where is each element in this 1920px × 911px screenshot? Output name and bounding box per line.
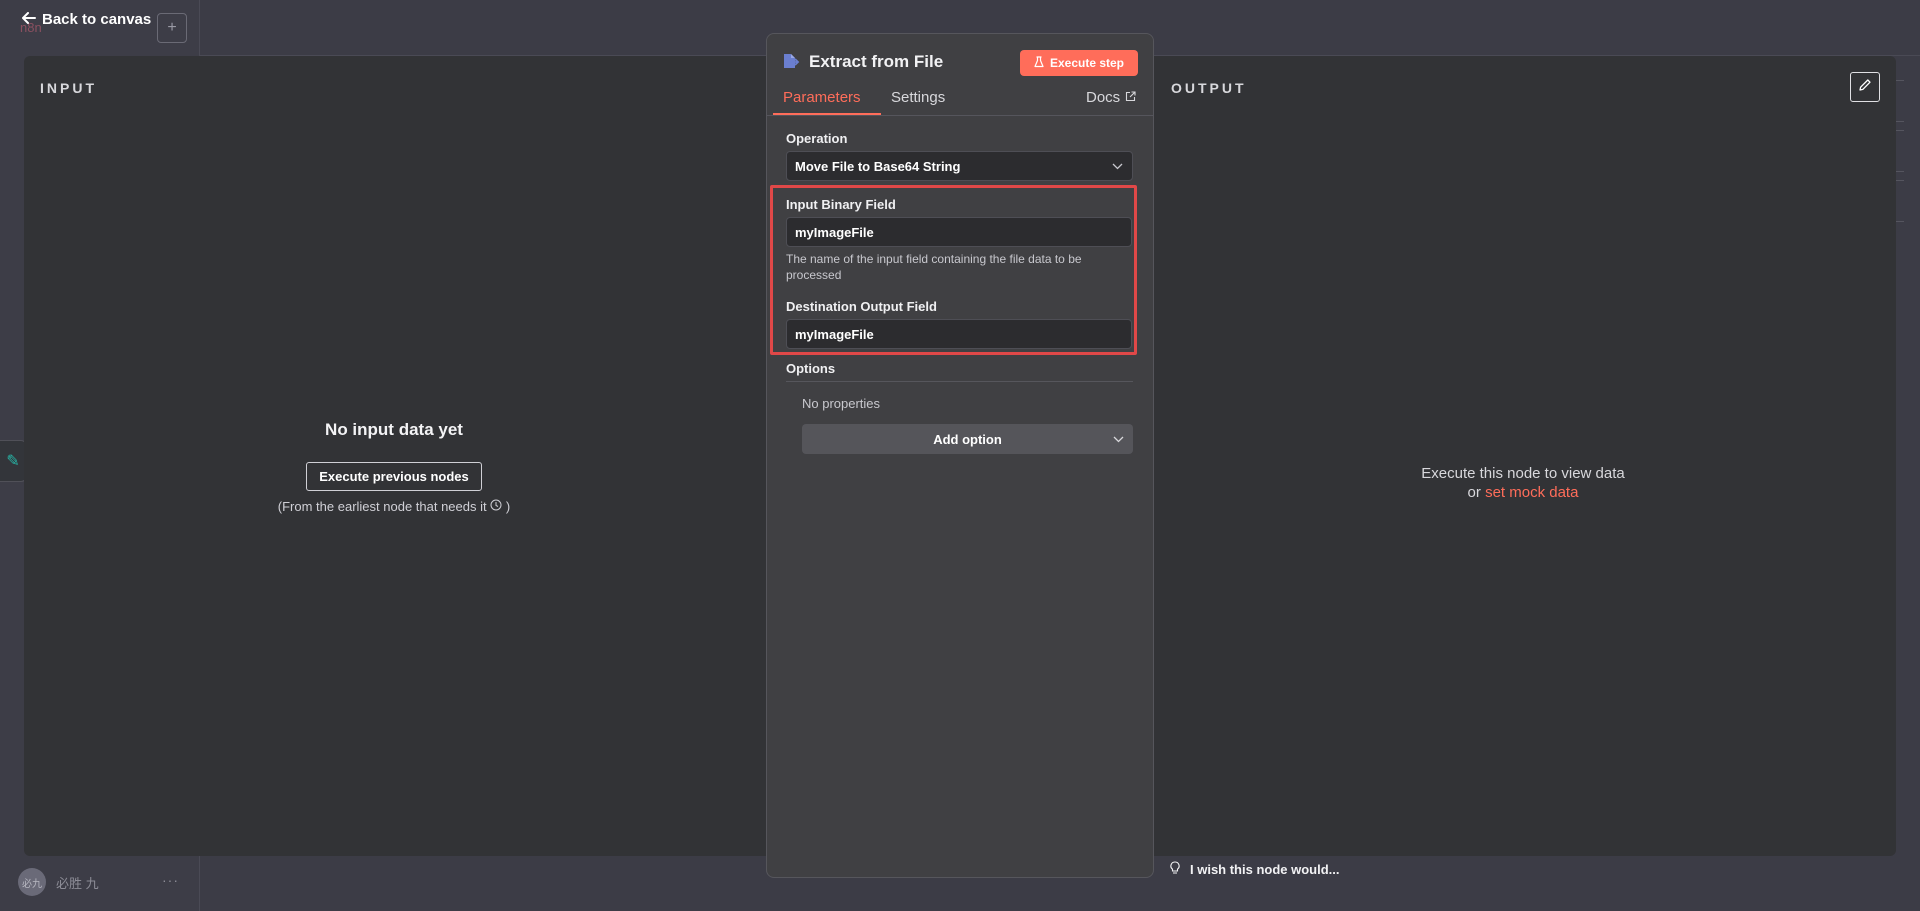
node-title: Extract from File [809,52,944,71]
input-empty-state: No input data yet Execute previous nodes… [24,420,764,514]
earliest-node-hint: (From the earliest node that needs it ) [24,499,764,514]
options-divider [786,381,1133,382]
execute-previous-nodes-button[interactable]: Execute previous nodes [306,462,482,491]
docs-label: Docs [1086,89,1121,106]
destination-output-field-label: Destination Output Field [786,299,937,314]
node-settings-panel: Extract from File Execute step Parameter… [766,33,1154,878]
arrow-left-icon [22,11,36,28]
pencil-icon [1858,78,1872,97]
output-message: Execute this node to view data [1421,465,1625,482]
chevron-down-icon [1102,163,1132,170]
more-icon: ··· [162,872,179,888]
node-header: Extract from File Execute step Parameter… [767,34,1153,116]
input-panel: INPUT No input data yet Execute previous… [24,56,770,856]
input-binary-field-label: Input Binary Field [786,197,896,212]
add-option-label: Add option [933,431,1002,447]
earliest-hint-text: (From the earliest node that needs it [277,499,487,514]
feedback-label: I wish this node would... [1190,862,1340,877]
destination-output-field-input[interactable]: myImageFile [786,319,1132,349]
operation-value: Move File to Base64 String [795,158,961,174]
add-icon: + [157,13,187,43]
back-to-canvas-label: Back to canvas [42,11,152,28]
set-mock-data-link[interactable]: set mock data [1485,484,1578,501]
extract-file-icon [782,53,800,76]
flask-icon [1034,55,1044,71]
chevron-down-icon [1103,436,1133,443]
input-binary-field-input[interactable]: myImageFile [786,217,1132,247]
tab-parameters[interactable]: Parameters [783,89,861,106]
output-empty-state: Execute this node to view data or set mo… [1150,464,1896,502]
info-icon[interactable] [490,499,506,514]
input-panel-title: INPUT [40,80,97,96]
no-properties-text: No properties [802,396,881,411]
add-option-button[interactable]: Add option [802,424,1133,454]
user-profile: 必九 必胜 九 [18,868,99,896]
user-name: 必胜 九 [56,875,99,891]
edit-output-button[interactable] [1850,72,1880,102]
operation-label: Operation [786,131,848,146]
side-panel-tab-icon: ✎ [0,440,27,482]
options-label: Options [786,361,836,376]
earliest-hint-end: ) [505,499,511,514]
back-to-canvas-button[interactable]: Back to canvas [22,11,151,28]
tab-settings[interactable]: Settings [891,89,945,106]
avatar: 必九 [18,868,46,896]
input-binary-field-hint: The name of the input field containing t… [786,252,1082,282]
execute-step-button[interactable]: Execute step [1020,50,1138,76]
output-or: or [1467,484,1481,501]
lightbulb-icon [1170,861,1180,878]
operation-select[interactable]: Move File to Base64 String [786,151,1133,181]
output-panel: OUTPUT Execute this node to view data or… [1150,56,1896,856]
header-divider [767,115,1153,116]
execute-step-label: Execute step [1049,56,1125,70]
docs-link[interactable]: Docs [1086,89,1136,106]
external-link-icon [1125,89,1136,106]
output-panel-title: OUTPUT [1171,80,1247,96]
feedback-link[interactable]: I wish this node would... [1170,861,1340,878]
no-input-heading: No input data yet [325,420,463,439]
